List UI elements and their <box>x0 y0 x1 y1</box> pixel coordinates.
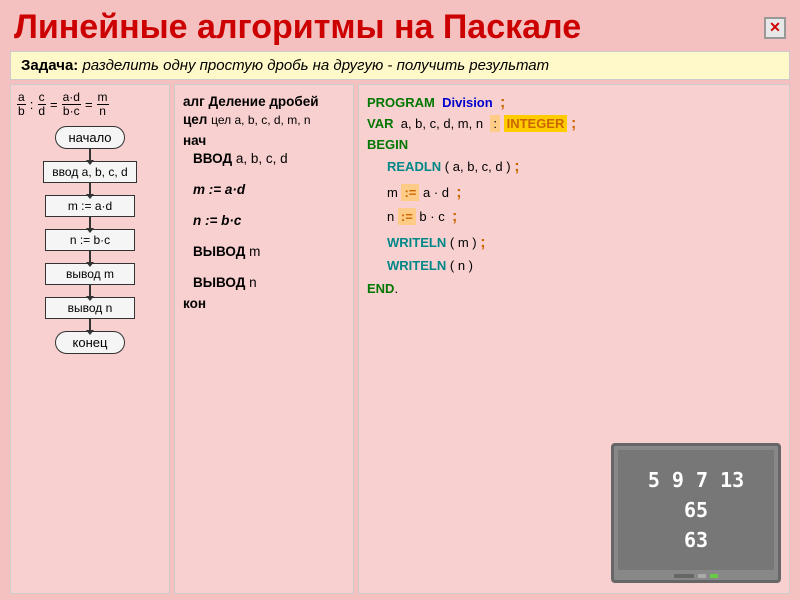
left-panel: a b : c d = a·d b·c = m n <box>10 84 170 594</box>
monitor-line1: 5 9 7 13 <box>648 465 744 495</box>
alg-keyword: алг Деление дробей <box>183 94 319 109</box>
pascal-division: Division <box>442 95 493 110</box>
fc-arrow6 <box>89 319 91 331</box>
writeln1-p2: ) <box>472 235 476 250</box>
monitor-screen: 5 9 7 13 65 63 <box>618 450 774 570</box>
kw-integer: INTEGER <box>504 115 568 132</box>
code-begin: BEGIN <box>367 137 781 152</box>
kw-writeln1: WRITELN <box>387 235 446 250</box>
monitor-line2: 65 <box>684 495 708 525</box>
main-content: a b : c d = a·d b·c = m n <box>10 84 790 594</box>
writeln1-semi: ; <box>480 234 485 252</box>
task-label: Задача: <box>21 57 78 74</box>
monitor-line3: 63 <box>684 525 708 555</box>
writeln2-p1: ( <box>450 258 454 273</box>
kw-end: END <box>367 281 394 296</box>
code-var-line: VAR a, b, c, d, m, n : INTEGER ; <box>367 115 781 133</box>
kw-program: PROGRAM <box>367 95 435 110</box>
flowchart: начало ввод a, b, c, d m := a·d n := b·c… <box>17 126 163 354</box>
frac-m-n: m n <box>97 91 109 118</box>
code-writeln1: WRITELN ( m ) ; <box>367 234 781 252</box>
close-button[interactable]: ✕ <box>764 17 786 39</box>
alg-cel: цел цел a, b, c, d, m, n <box>183 112 345 127</box>
m-var: m <box>387 185 398 200</box>
alg-m-assign: m := a·d <box>193 182 345 197</box>
fc-arrow2 <box>89 183 91 195</box>
readln-args: a, b, c, d <box>453 159 503 174</box>
readln-paren1: ( <box>445 159 449 174</box>
header: Линейные алгоритмы на Паскале ✕ <box>0 0 800 51</box>
assign1-highlight: := <box>401 184 419 201</box>
fraction-display: a b : c d = a·d b·c = m n <box>17 91 109 118</box>
alg-n-assign: n := b·c <box>193 213 345 228</box>
task-text: разделить одну простую дробь на другую -… <box>78 57 549 74</box>
monitor: 5 9 7 13 65 63 <box>611 443 781 583</box>
page: Линейные алгоритмы на Паскале ✕ Задача: … <box>0 0 800 600</box>
var-list: a, b, c, d, m, n <box>401 116 483 131</box>
code-n-assign: n := b · c ; <box>367 208 781 226</box>
readln-paren2: ) <box>506 159 510 174</box>
alg-vyvod-m: ВЫВОД m <box>193 244 345 259</box>
writeln2-p2: ) <box>469 258 473 273</box>
colon-highlight: : <box>490 115 500 132</box>
fc-start: начало <box>55 126 125 149</box>
mid-panel: алг Деление дробей цел цел a, b, c, d, m… <box>174 84 354 594</box>
n-semi: ; <box>452 208 457 226</box>
code-writeln2: WRITELN ( n ) <box>367 258 781 273</box>
fc-arrow5 <box>89 285 91 297</box>
fc-arrow4 <box>89 251 91 263</box>
pascal-dot: . <box>394 281 398 296</box>
task-bar: Задача: разделить одну простую дробь на … <box>10 51 790 80</box>
m-semi: ; <box>456 184 461 202</box>
pascal-semi2: ; <box>571 115 576 133</box>
kw-var: VAR <box>367 116 393 131</box>
kw-writeln2: WRITELN <box>387 258 446 273</box>
fc-arrow1 <box>89 149 91 161</box>
readln-semi: ; <box>514 158 519 176</box>
n-expr: b · c <box>419 209 444 224</box>
code-end: END . <box>367 281 781 296</box>
code-readln: READLN ( a, b, c, d ) ; <box>367 158 781 176</box>
alg-kon: кон <box>183 296 345 311</box>
alg-title: алг Деление дробей <box>183 94 345 109</box>
frac-c-d: c d <box>37 91 46 118</box>
m-expr: a · d <box>423 185 449 200</box>
writeln1-p1: ( <box>450 235 454 250</box>
code-m-assign: m := a · d ; <box>367 184 781 202</box>
alg-vvod: ВВОД a, b, c, d <box>193 151 345 166</box>
alg-nach: нач <box>183 133 345 148</box>
n-var: n <box>387 209 394 224</box>
code-program-line: PROGRAM Division ; <box>367 94 781 112</box>
assign2-highlight: := <box>398 208 416 225</box>
kw-begin: BEGIN <box>367 137 408 152</box>
page-title: Линейные алгоритмы на Паскале <box>14 8 581 47</box>
frac-ad-bd: a·d b·c <box>62 91 81 118</box>
fc-arrow3 <box>89 217 91 229</box>
kw-readln: READLN <box>387 159 441 174</box>
writeln1-arg: m <box>458 235 469 250</box>
alg-vars: цел a, b, c, d, m, n <box>211 113 310 127</box>
right-panel: PROGRAM Division ; VAR a, b, c, d, m, n … <box>358 84 790 594</box>
writeln2-arg: n <box>458 258 465 273</box>
frac-a-b: a b <box>17 91 26 118</box>
pascal-semi1: ; <box>500 94 505 112</box>
alg-vyvod-n: ВЫВОД n <box>193 275 345 290</box>
